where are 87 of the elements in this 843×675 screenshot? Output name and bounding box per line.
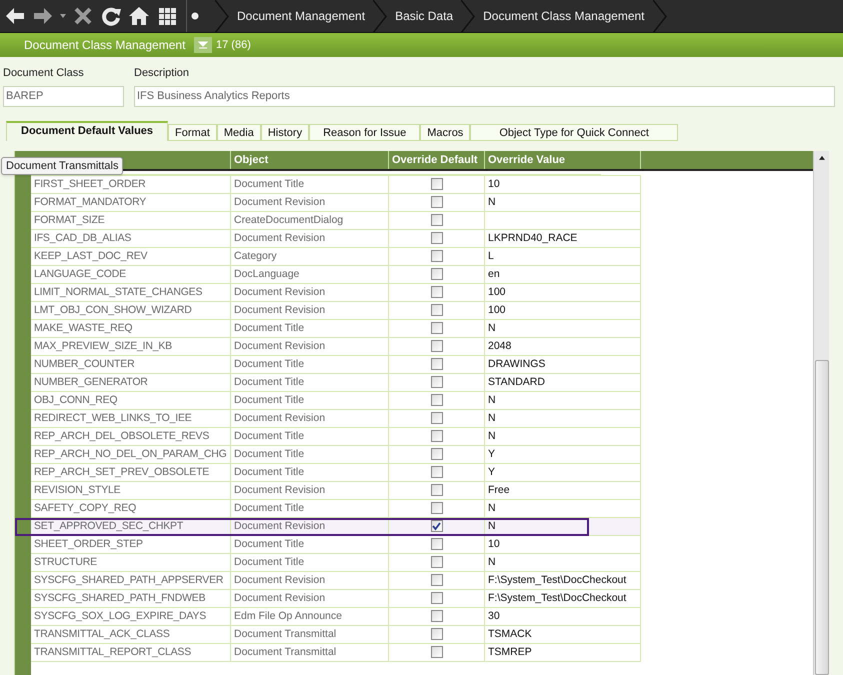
- dropdown-button[interactable]: [194, 37, 212, 53]
- tab[interactable]: Format: [168, 124, 217, 140]
- table-row[interactable]: OBJ_CONN_REQ Document Title N: [31, 392, 641, 410]
- table-cell: TSMREP: [485, 644, 641, 662]
- table-cell: Document Transmittal: [231, 644, 389, 662]
- page-title: Document Class Management: [23, 37, 186, 54]
- tab[interactable]: Media: [216, 124, 261, 140]
- close-icon[interactable]: [72, 5, 94, 27]
- table-row[interactable]: LANGUAGE_CODE DocLanguage en: [31, 266, 641, 284]
- checkbox[interactable]: [430, 628, 442, 640]
- forward-icon[interactable]: [32, 5, 54, 27]
- text-field[interactable]: IFS Business Analytics Reports: [134, 86, 835, 106]
- table-row[interactable]: KEEP_LAST_DOC_REV Category L: [31, 248, 641, 266]
- field-label: Description: [134, 66, 190, 81]
- table-row[interactable]: FORMAT_SIZE CreateDocumentDialog: [31, 212, 641, 230]
- table-row[interactable]: REP_ARCH_SET_PREV_OBSOLETE Document Title Y: [31, 464, 641, 482]
- table-row[interactable]: SYSCFG_SHARED_PATH_APPSERVER Document Revision F:\System_Test\DocCheckout: [31, 572, 641, 590]
- column-header[interactable]: Object: [231, 150, 389, 168]
- checkbox[interactable]: [430, 502, 442, 514]
- table-row[interactable]: SYSCFG_SOX_LOG_EXPIRE_DAYS Edm File Op Announce 30: [31, 608, 641, 626]
- tab[interactable]: Reason for Issue: [309, 124, 420, 140]
- column-header[interactable]: Override Default: [389, 150, 485, 168]
- checkbox[interactable]: [430, 538, 442, 550]
- table-row[interactable]: REP_ARCH_DEL_OBSOLETE_REVS Document Title N: [31, 428, 641, 446]
- home-icon[interactable]: [128, 5, 150, 27]
- table-row[interactable]: NUMBER_GENERATOR Document Title STANDARD: [31, 374, 641, 392]
- table-row[interactable]: MAX_PREVIEW_SIZE_IN_KB Document Revision 2048: [31, 338, 641, 356]
- checkbox[interactable]: [430, 466, 442, 478]
- field-label: Document Class: [3, 66, 85, 81]
- checkbox[interactable]: [430, 250, 442, 262]
- checkbox[interactable]: [430, 412, 442, 424]
- scrollbar[interactable]: [813, 150, 829, 675]
- table-row[interactable]: FIRST_SHEET_ORDER Document Title 10: [31, 176, 641, 194]
- table-row[interactable]: STRUCTURE Document Title N: [31, 554, 641, 572]
- checkbox[interactable]: [430, 448, 442, 460]
- checkbox[interactable]: [430, 646, 442, 658]
- caret-icon[interactable]: [60, 14, 66, 18]
- caret-icon: [198, 41, 208, 49]
- checkbox[interactable]: [430, 556, 442, 568]
- checkbox[interactable]: [430, 574, 442, 586]
- table-cell: TRANSMITTAL_REPORT_CLASS: [31, 644, 231, 662]
- checkbox[interactable]: [430, 358, 442, 370]
- table-row[interactable]: LIMIT_NORMAL_STATE_CHANGES Document Revision 100: [31, 284, 641, 302]
- tab[interactable]: Macros: [420, 124, 470, 140]
- text-field[interactable]: BAREP: [3, 86, 124, 106]
- breadcrumb-link[interactable]: Basic Data: [387, 7, 462, 25]
- checkbox[interactable]: [430, 430, 442, 442]
- table-row[interactable]: TRANSMITTAL_REPORT_CLASS Document Transmittal TSMREP: [31, 644, 641, 662]
- checkbox[interactable]: [430, 304, 442, 316]
- table-row[interactable]: FORMAT_MANDATORY Document Revision N: [31, 194, 641, 212]
- tab[interactable]: History: [260, 124, 310, 140]
- checkbox[interactable]: [430, 178, 442, 190]
- breadcrumb-link[interactable]: Document Management: [229, 7, 374, 25]
- table-row[interactable]: LMT_OBJ_CON_SHOW_WIZARD Document Revision 100: [31, 302, 641, 320]
- breadcrumb-link[interactable]: Document Class Management: [475, 7, 653, 25]
- checkbox[interactable]: [430, 520, 442, 532]
- refresh-icon[interactable]: [100, 5, 122, 27]
- record-count: 17 (86): [216, 38, 251, 53]
- grid-icon[interactable]: [156, 5, 178, 27]
- table-row[interactable]: MAKE_WASTE_REQ Document Title N: [31, 320, 641, 338]
- table-row[interactable]: IFS_CAD_DB_ALIAS Document Revision LKPRND40_RACE: [31, 230, 641, 248]
- checkbox[interactable]: [430, 610, 442, 622]
- table-row[interactable]: TRANSMITTAL_ACK_CLASS Document Transmittal TSMACK: [31, 626, 641, 644]
- checkbox[interactable]: [430, 340, 442, 352]
- checkbox[interactable]: [430, 214, 442, 226]
- table-row[interactable]: REVISION_STYLE Document Revision Free: [31, 482, 641, 500]
- checkbox[interactable]: [430, 268, 442, 280]
- bullet-icon: [191, 12, 199, 20]
- checkbox[interactable]: [430, 286, 442, 298]
- checkbox[interactable]: [430, 592, 442, 604]
- table-row[interactable]: SYSCFG_SHARED_PATH_FNDWEB Document Revision F:\System_Test\DocCheckout: [31, 590, 641, 608]
- checkbox[interactable]: [430, 376, 442, 388]
- tab[interactable]: Object Type for Quick Connect: [470, 124, 678, 140]
- table-row[interactable]: REDIRECT_WEB_LINKS_TO_IEE Document Revision N: [31, 410, 641, 428]
- tooltip: Document Transmittals: [1, 156, 124, 174]
- table-cell: Document Title: [231, 500, 389, 518]
- table-row[interactable]: SAFETY_COPY_REQ Document Title N: [31, 500, 641, 518]
- tab[interactable]: Document Default Values: [6, 120, 168, 140]
- table-cell: SAFETY_COPY_REQ: [31, 500, 231, 518]
- checkbox[interactable]: [430, 394, 442, 406]
- table-row[interactable]: REP_ARCH_NO_DEL_ON_PARAM_CHG Document Title Y: [31, 446, 641, 464]
- checkbox[interactable]: [430, 232, 442, 244]
- checkbox[interactable]: [430, 322, 442, 334]
- checkbox[interactable]: [430, 484, 442, 496]
- table-row[interactable]: NUMBER_COUNTER Document Title DRAWINGS: [31, 356, 641, 374]
- table-row[interactable]: SHEET_ORDER_STEP Document Title 10: [31, 536, 641, 554]
- checkbox[interactable]: [430, 196, 442, 208]
